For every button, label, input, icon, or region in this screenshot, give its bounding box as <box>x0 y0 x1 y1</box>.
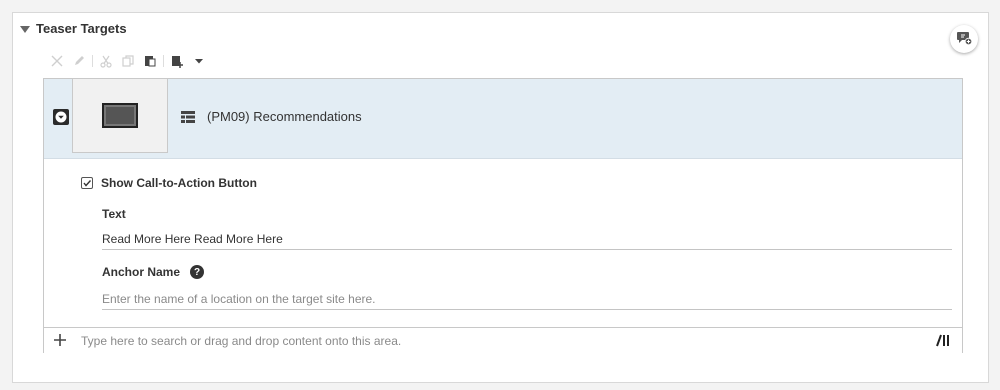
edit-icon[interactable] <box>68 50 90 72</box>
toolbar-divider <box>92 55 93 67</box>
list-layout-icon <box>181 111 195 123</box>
help-icon[interactable]: ? <box>190 265 205 279</box>
toolbar <box>46 50 210 72</box>
section-title: Teaser Targets <box>36 21 127 36</box>
remove-icon[interactable] <box>46 50 68 72</box>
library-icon[interactable] <box>936 334 950 347</box>
dropdown-icon[interactable] <box>188 50 210 72</box>
list-item[interactable]: (PM09) Recommendations <box>44 78 962 159</box>
text-label: Text <box>102 207 126 221</box>
teaser-targets-list: (PM09) Recommendations Show Call-to-Acti… <box>43 78 963 353</box>
insert-icon[interactable] <box>166 50 188 72</box>
toolbar-divider <box>163 55 164 67</box>
cta-checkbox-row[interactable]: Show Call-to-Action Button <box>81 176 257 190</box>
anchor-name-label: Anchor Name ? <box>102 265 205 279</box>
cta-checkbox[interactable] <box>81 177 93 189</box>
content-search-input[interactable] <box>81 331 921 351</box>
cut-icon[interactable] <box>95 50 117 72</box>
chevron-down-icon[interactable] <box>53 109 69 125</box>
text-field[interactable] <box>102 228 952 250</box>
paste-icon[interactable] <box>139 50 161 72</box>
anchor-name-field[interactable] <box>102 288 952 310</box>
item-title[interactable]: (PM09) Recommendations <box>207 109 362 124</box>
add-comment-button[interactable] <box>950 25 978 53</box>
monitor-icon <box>102 103 138 128</box>
plus-icon[interactable] <box>53 333 67 347</box>
item-thumbnail[interactable] <box>72 78 168 153</box>
drop-area <box>44 327 962 353</box>
add-comment-icon <box>956 30 973 49</box>
anchor-name-label-text: Anchor Name <box>102 265 181 279</box>
copy-icon[interactable] <box>117 50 139 72</box>
triangle-down-icon[interactable] <box>20 25 30 35</box>
cta-label: Show Call-to-Action Button <box>101 176 257 190</box>
